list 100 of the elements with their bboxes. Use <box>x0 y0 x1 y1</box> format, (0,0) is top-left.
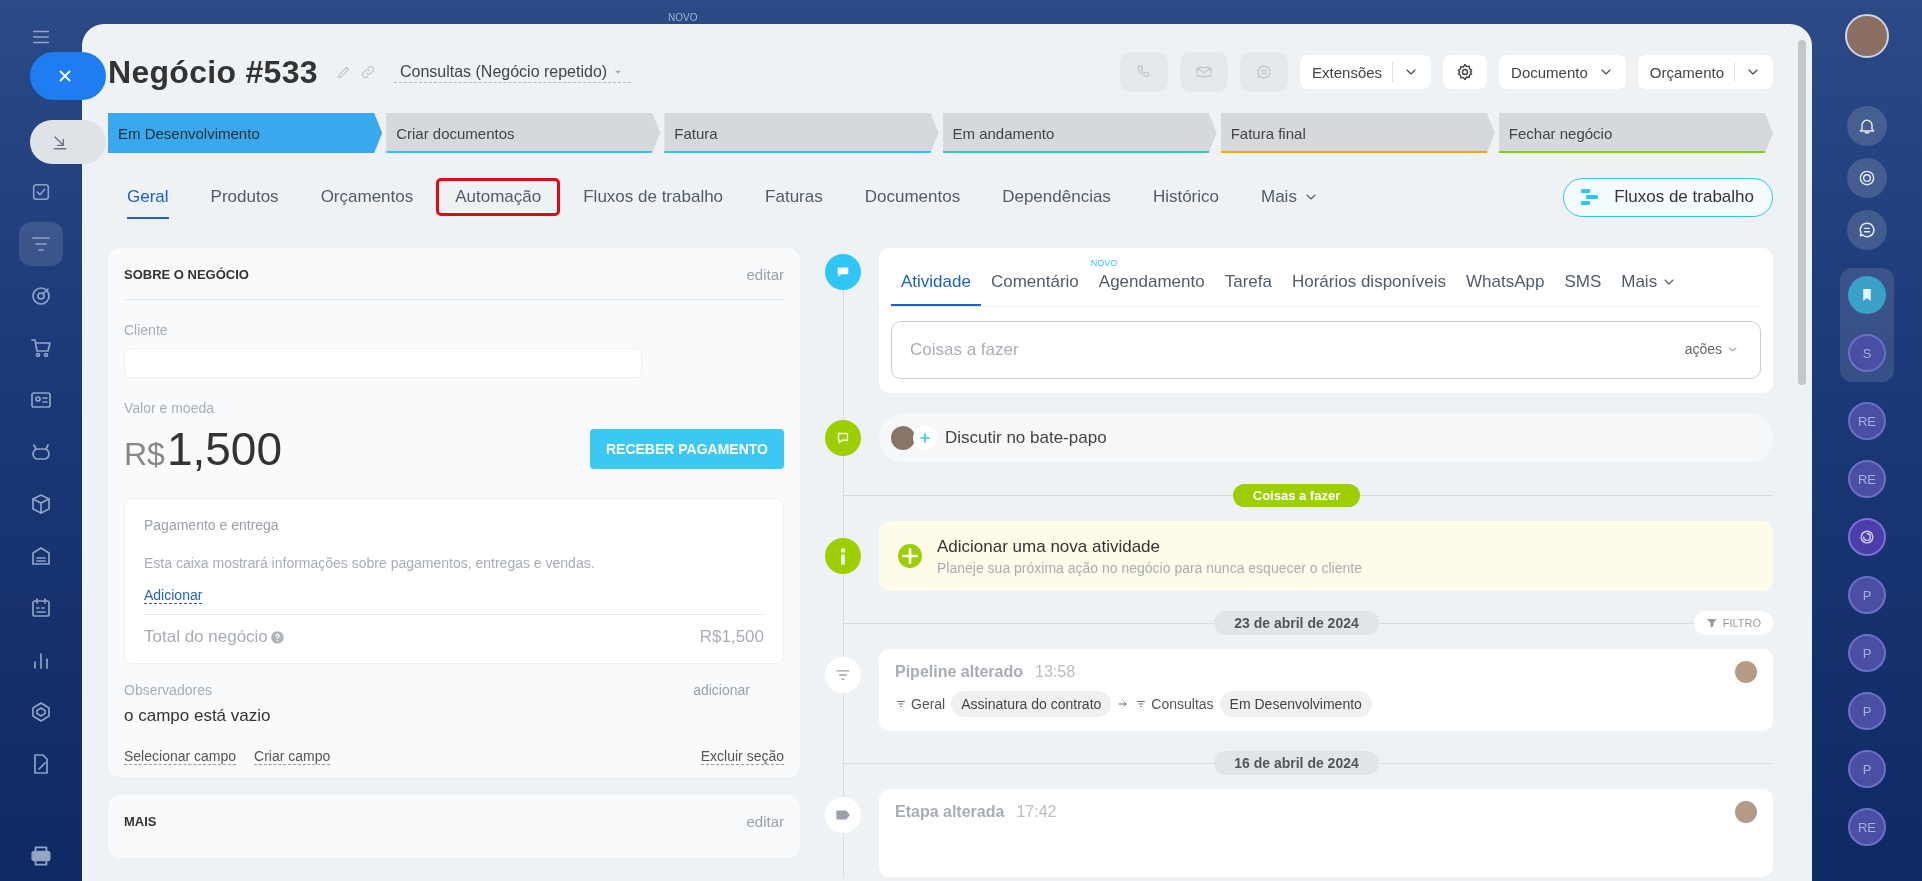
tab[interactable]: Atividade <box>891 272 981 306</box>
section-title: SOBRE O NEGÓCIO <box>124 267 249 282</box>
event-time: 13:58 <box>1035 663 1076 681</box>
stage-step[interactable]: Em Desenvolvimento <box>108 113 383 153</box>
workflows-button[interactable]: Fluxos de trabalho <box>1563 177 1773 217</box>
avatar <box>1735 801 1757 823</box>
avatar <box>1735 661 1757 683</box>
tab[interactable]: Horários disponíveis <box>1281 272 1456 306</box>
target-icon <box>29 284 53 308</box>
user-avatar[interactable]: P <box>1848 750 1886 788</box>
tab[interactable]: Orçamentos <box>301 178 433 216</box>
tab[interactable]: Documentos <box>845 178 980 216</box>
section-divider-label: Coisas a fazer <box>1232 483 1361 507</box>
funnel-icon <box>895 698 907 710</box>
new-activity-hint: Planeje sua próxima ação no negócio para nunca esquecer o cliente <box>937 559 1362 576</box>
total-value: R$1,500 <box>699 627 764 647</box>
checkbox-icon <box>30 181 52 203</box>
chat-discussion-button[interactable]: Discutir no bate-papo <box>879 413 1773 463</box>
bookmark-button[interactable] <box>1848 276 1886 314</box>
stage-step[interactable]: Em andamento <box>942 113 1217 153</box>
close-button[interactable] <box>30 52 106 100</box>
tab[interactable]: Tarefa <box>1214 272 1282 306</box>
tab[interactable]: Faturas <box>746 178 842 216</box>
extensions-button[interactable]: Extensões <box>1300 55 1432 89</box>
printer-icon <box>28 843 54 869</box>
tab[interactable]: Geral <box>108 178 188 216</box>
user-avatar[interactable]: RE <box>1848 460 1886 498</box>
stage-chip: Assinatura do contrato <box>951 691 1112 717</box>
tab[interactable]: WhatsApp <box>1455 272 1555 306</box>
document-button[interactable]: Documento <box>1499 55 1626 89</box>
app-button[interactable] <box>1848 518 1886 556</box>
notifications-button[interactable] <box>1847 106 1887 146</box>
scrollbar[interactable] <box>1798 40 1806 385</box>
stage-step[interactable]: Criar documentos <box>386 113 661 153</box>
user-avatar[interactable]: P <box>1848 692 1886 730</box>
tab[interactable]: SMS <box>1554 272 1612 306</box>
add-link[interactable]: Adicionar <box>144 587 203 604</box>
help-icon <box>269 629 285 645</box>
delete-section-link[interactable]: Excluir seção <box>700 748 784 765</box>
stage-step[interactable]: Fechar negócio <box>1498 113 1774 153</box>
add-circle-icon <box>897 543 923 569</box>
more-menu-tab[interactable]: Mais <box>1611 272 1688 306</box>
deal-title: Negócio #533 <box>108 53 318 91</box>
stage-step[interactable]: Fatura <box>664 113 939 153</box>
event-title: Etapa alterada <box>895 803 1005 821</box>
tab[interactable]: Dependências <box>983 178 1130 216</box>
tab[interactable]: Fluxos de trabalho <box>564 178 743 216</box>
estimate-button[interactable]: Orçamento <box>1637 55 1773 89</box>
settings-button[interactable] <box>1443 55 1488 89</box>
actions-dropdown[interactable]: ações <box>1678 340 1745 358</box>
total-label: Total do negócio <box>144 627 268 647</box>
box-icon <box>29 492 53 516</box>
more-menu-tab[interactable]: Mais <box>1242 178 1338 216</box>
user-avatar[interactable] <box>1845 14 1889 58</box>
target-button[interactable] <box>1847 158 1887 198</box>
chat-button[interactable] <box>1847 210 1887 250</box>
box-title: Pagamento e entrega <box>144 517 280 533</box>
new-label: NOVO <box>1090 258 1118 268</box>
pipeline-name: Consultas <box>1151 696 1214 712</box>
link-icon <box>359 64 376 80</box>
chat-icon <box>1255 63 1274 81</box>
user-avatar[interactable]: P <box>1848 576 1886 614</box>
pipeline-selector[interactable]: Consultas (Negócio repetido) <box>393 61 632 83</box>
field-link[interactable]: Selecionar campo <box>124 748 237 765</box>
tab[interactable]: Comentário <box>980 272 1089 306</box>
new-activity-title: Adicionar uma nova atividade <box>937 536 1162 557</box>
stage-chip: Em Desenvolvimento <box>1219 691 1372 717</box>
pencil-icon <box>335 64 352 80</box>
field-label: Observadores <box>124 682 212 698</box>
avatar <box>891 426 915 450</box>
pipeline-name: Geral <box>911 696 946 712</box>
tab[interactable]: Automação <box>436 178 561 216</box>
box-description: Esta caixa mostrará informações sobre pagamentos, entregas e vendas. <box>144 555 596 571</box>
amount-value: R$1,500 <box>124 422 283 476</box>
user-avatar[interactable]: P <box>1848 634 1886 672</box>
field-label: Valor e moeda <box>124 400 215 416</box>
funnel-icon <box>1135 698 1148 710</box>
field-link[interactable]: Criar campo <box>254 748 331 765</box>
event-title: Pipeline alterado <box>895 663 1024 681</box>
user-avatar[interactable]: RE <box>1848 402 1886 440</box>
user-avatar[interactable]: RE <box>1848 808 1886 846</box>
empty-field-text: o campo está vazio <box>124 706 272 726</box>
new-activity-card[interactable]: Adicionar uma nova atividade Planeje sua próxima ação no negócio para nunca esquecer o cliente <box>879 521 1773 591</box>
calendar-icon <box>29 596 53 620</box>
section-title: MAIS <box>124 814 157 829</box>
chat-icon <box>1857 220 1877 240</box>
tab[interactable]: Produtos <box>191 178 298 216</box>
plus-icon <box>917 430 933 446</box>
tab[interactable]: Histórico <box>1133 178 1238 216</box>
event-time: 17:42 <box>1016 803 1057 821</box>
user-avatar[interactable]: S <box>1848 334 1886 372</box>
date-label: 23 de abril de 2024 <box>1214 611 1379 635</box>
minimize-button[interactable] <box>30 120 106 164</box>
date-label: 16 de abril de 2024 <box>1214 751 1379 775</box>
info-icon <box>825 538 861 574</box>
cart-icon <box>29 336 53 360</box>
filter-icon <box>1705 617 1718 629</box>
stage-step[interactable]: Fatura final <box>1220 113 1495 153</box>
field-label: Cliente <box>124 322 169 338</box>
new-label: NOVO <box>668 12 698 23</box>
